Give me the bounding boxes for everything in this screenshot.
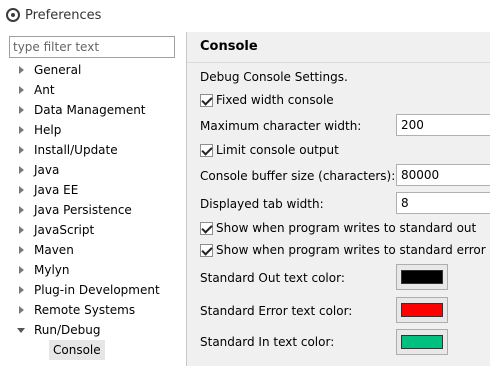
tree-item-javascript[interactable]: JavaScript xyxy=(0,220,186,240)
tree-item-java-ee[interactable]: Java EE xyxy=(0,180,186,200)
tree-item-mylyn[interactable]: Mylyn xyxy=(0,260,186,280)
eclipse-icon xyxy=(6,8,20,22)
tree-item-console[interactable]: Console xyxy=(49,340,105,360)
tree-item-install-update[interactable]: Install/Update xyxy=(0,140,186,160)
preferences-tree-pane: General Ant Data Management Help Install… xyxy=(0,32,186,366)
tree-item-plug-in-development[interactable]: Plug-in Development xyxy=(0,280,186,300)
tree-item-help[interactable]: Help xyxy=(0,120,186,140)
limit-output-checkbox[interactable] xyxy=(200,144,213,157)
title-separator xyxy=(187,62,490,63)
show-std-err-label[interactable]: Show when program writes to standard err… xyxy=(216,243,486,257)
window-title: Preferences xyxy=(25,8,102,23)
show-std-out-label[interactable]: Show when program writes to standard out xyxy=(216,221,476,235)
tab-width-field[interactable] xyxy=(396,192,490,214)
fixed-width-label[interactable]: Fixed width console xyxy=(216,93,334,107)
expand-arrow-icon[interactable] xyxy=(19,166,24,174)
expand-arrow-icon[interactable] xyxy=(19,66,24,74)
expand-arrow-icon[interactable] xyxy=(19,306,24,314)
show-std-err-checkbox[interactable] xyxy=(200,244,213,257)
buffer-size-field[interactable] xyxy=(396,164,490,186)
std-in-color-swatch xyxy=(401,335,443,349)
title-bar: Preferences xyxy=(0,0,490,32)
expand-arrow-icon[interactable] xyxy=(19,106,24,114)
collapse-arrow-icon[interactable] xyxy=(17,328,25,333)
tree-item-data-management[interactable]: Data Management xyxy=(0,100,186,120)
tree-item-maven[interactable]: Maven xyxy=(0,240,186,260)
std-err-color-label: Standard Error text color: xyxy=(200,304,353,318)
expand-arrow-icon[interactable] xyxy=(19,286,24,294)
std-out-color-button[interactable] xyxy=(396,264,448,290)
std-in-color-label: Standard In text color: xyxy=(200,335,335,349)
page-title: Console xyxy=(200,39,258,54)
expand-arrow-icon[interactable] xyxy=(19,146,24,154)
tree-item-remote-systems[interactable]: Remote Systems xyxy=(0,300,186,320)
std-out-color-label: Standard Out text color: xyxy=(200,271,345,285)
limit-output-label[interactable]: Limit console output xyxy=(216,143,339,157)
show-std-out-checkbox[interactable] xyxy=(200,222,213,235)
expand-arrow-icon[interactable] xyxy=(19,186,24,194)
std-out-color-swatch xyxy=(401,270,443,284)
expand-arrow-icon[interactable] xyxy=(19,226,24,234)
tree-item-java[interactable]: Java xyxy=(0,160,186,180)
buffer-size-label: Console buffer size (characters): xyxy=(200,169,396,183)
page-description: Debug Console Settings. xyxy=(200,70,348,84)
expand-arrow-icon[interactable] xyxy=(19,206,24,214)
std-err-color-swatch xyxy=(401,303,443,317)
max-char-width-field[interactable] xyxy=(396,114,490,136)
std-err-color-button[interactable] xyxy=(396,297,448,323)
fixed-width-checkbox[interactable] xyxy=(200,94,213,107)
tree-item-run-debug[interactable]: Run/Debug xyxy=(0,320,186,340)
expand-arrow-icon[interactable] xyxy=(19,126,24,134)
tab-width-label: Displayed tab width: xyxy=(200,197,324,211)
tree-item-ant[interactable]: Ant xyxy=(0,80,186,100)
expand-arrow-icon[interactable] xyxy=(19,86,24,94)
expand-arrow-icon[interactable] xyxy=(19,246,24,254)
tree-item-general[interactable]: General xyxy=(0,60,186,80)
std-in-color-button[interactable] xyxy=(396,329,448,355)
expand-arrow-icon[interactable] xyxy=(19,266,24,274)
console-settings-page: Console Debug Console Settings. Fixed wi… xyxy=(187,32,490,366)
filter-input[interactable] xyxy=(9,36,175,58)
max-char-width-label: Maximum character width: xyxy=(200,119,362,133)
tree-item-java-persistence[interactable]: Java Persistence xyxy=(0,200,186,220)
